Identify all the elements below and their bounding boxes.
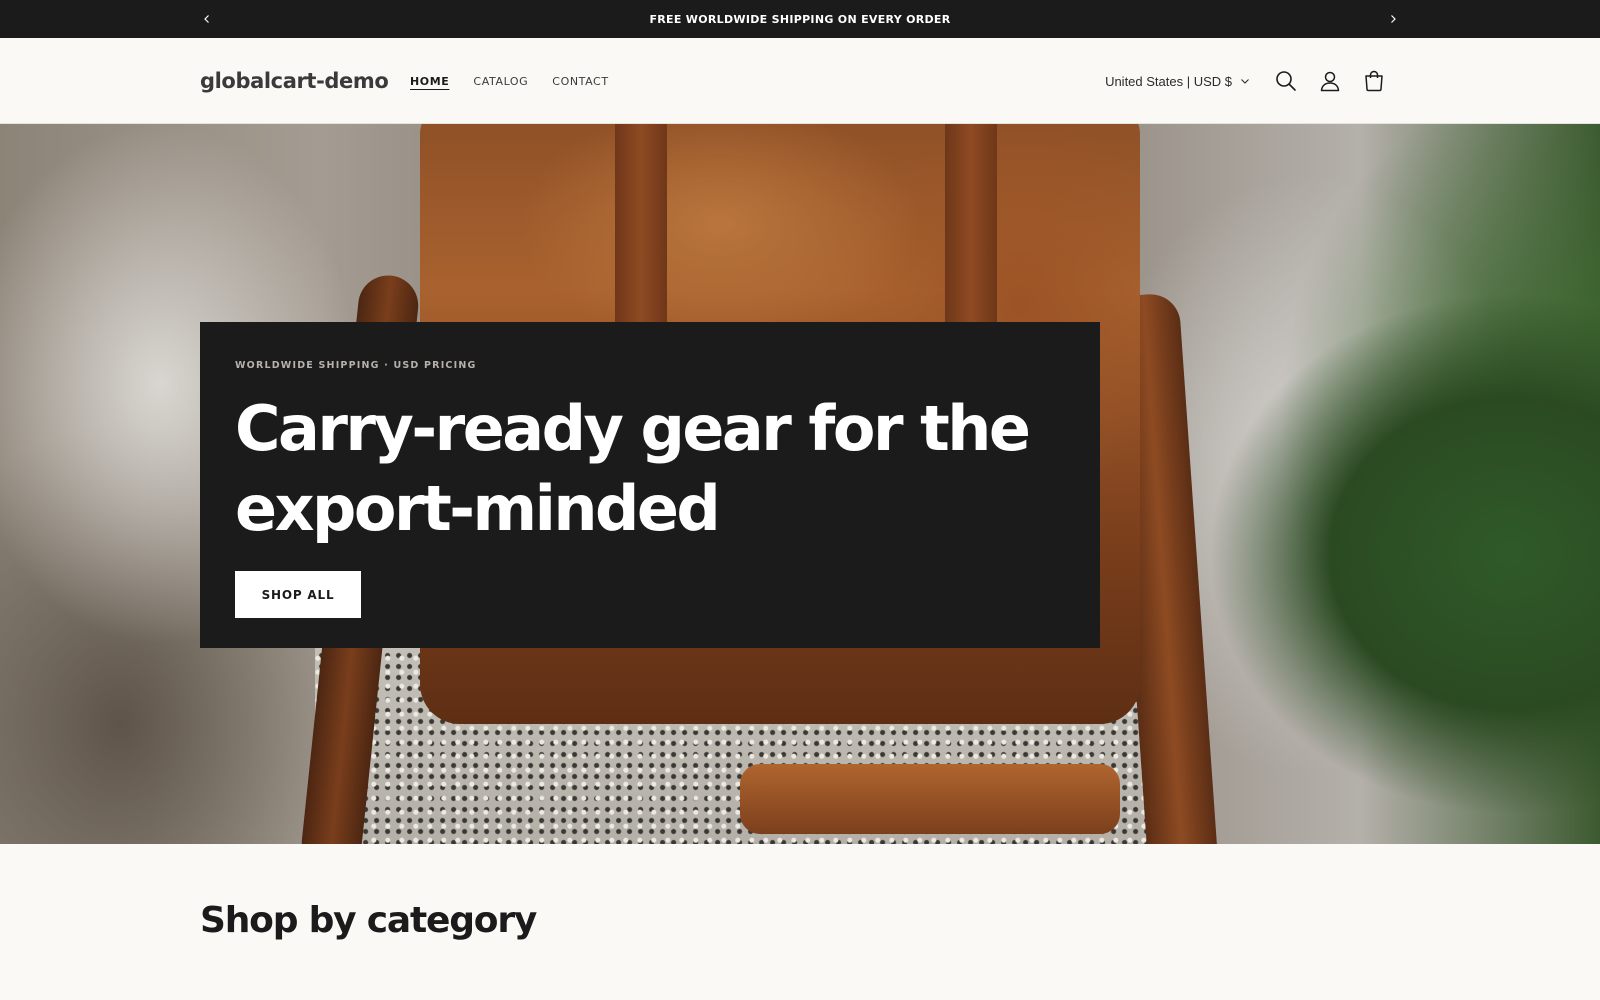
nav-home[interactable]: HOME (410, 71, 449, 92)
cart-button[interactable] (1352, 59, 1396, 103)
announcement-next-button[interactable] (1378, 0, 1408, 38)
section-title: Shop by category (200, 900, 537, 941)
hero-eyebrow: WORLDWIDE SHIPPING · USD PRICING (235, 360, 477, 371)
hero-banner: WORLDWIDE SHIPPING · USD PRICING Carry-r… (0, 124, 1600, 844)
announcement-prev-button[interactable] (192, 0, 222, 38)
header-actions: United States | USD $ (1105, 38, 1396, 124)
store-logo[interactable]: globalcart-demo (200, 38, 389, 124)
nav-contact[interactable]: CONTACT (552, 71, 608, 92)
announcement-bar: FREE WORLDWIDE SHIPPING ON EVERY ORDER (0, 0, 1600, 38)
locale-label: United States | USD $ (1105, 73, 1232, 89)
hero-image-bag-band (945, 124, 997, 324)
chevron-down-icon (1241, 79, 1249, 84)
nav-catalog[interactable]: CATALOG (473, 71, 528, 92)
search-button[interactable] (1264, 59, 1308, 103)
hero-content-box: WORLDWIDE SHIPPING · USD PRICING Carry-r… (200, 322, 1100, 648)
country-currency-selector[interactable]: United States | USD $ (1105, 74, 1250, 89)
account-icon (1320, 71, 1340, 92)
main-nav: HOME CATALOG CONTACT (410, 38, 609, 124)
hero-title: Carry-ready gear for the export-minded (235, 392, 1031, 545)
search-icon (1276, 71, 1296, 91)
hero-image-bag-band (615, 124, 667, 324)
account-button[interactable] (1308, 59, 1352, 103)
chevron-right-icon (1391, 15, 1396, 23)
cart-icon (1365, 70, 1383, 92)
hero-image-strap (740, 764, 1120, 834)
shop-all-button[interactable]: SHOP ALL (235, 571, 361, 618)
site-header: globalcart-demo HOME CATALOG CONTACT Uni… (0, 38, 1600, 124)
chevron-left-icon (204, 15, 209, 23)
announcement-text: FREE WORLDWIDE SHIPPING ON EVERY ORDER (649, 12, 951, 26)
